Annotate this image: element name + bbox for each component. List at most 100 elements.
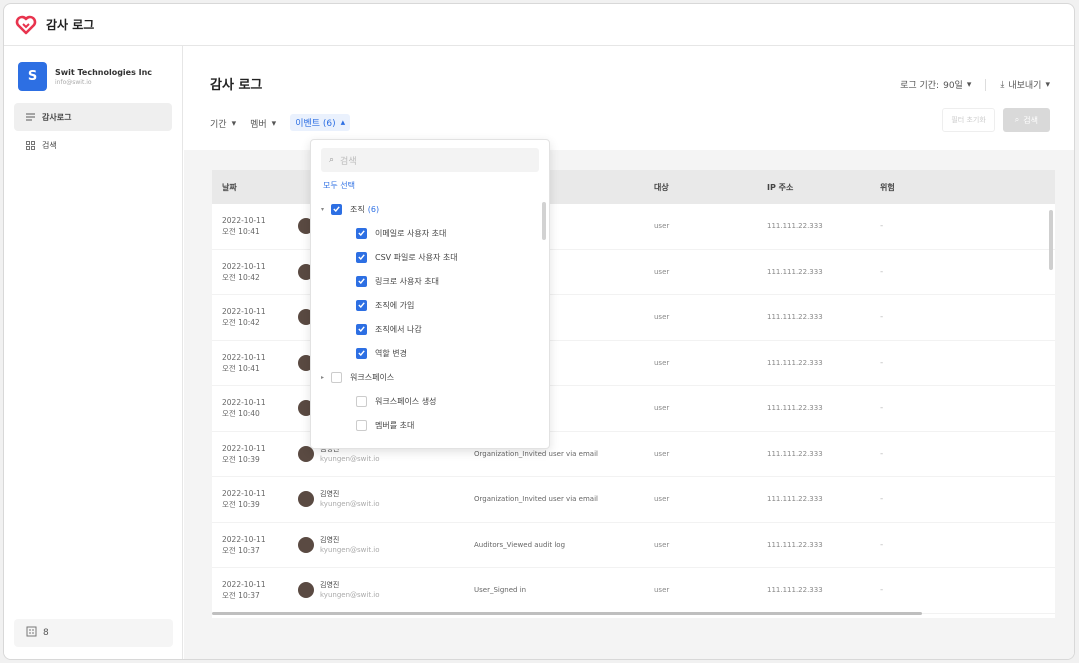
workspace-switcher[interactable]: S Swit Technologies Inc info@swit.io [4, 46, 182, 103]
event-option[interactable]: 링크로 사용자 초대 [311, 269, 549, 293]
reset-filters-button[interactable]: 필터 초기화 [942, 108, 995, 132]
sidebar-footer-button[interactable]: 8 [14, 619, 173, 647]
chevron-down-icon: ▾ [271, 118, 277, 129]
log-period-select[interactable]: 로그 기간: 90일 ▾ [900, 78, 972, 92]
event-option[interactable]: 워크스페이스 생성 [311, 389, 549, 413]
filter-actions: 필터 초기화 ⌕ 검색 [942, 108, 1050, 132]
event-filter-dropdown: ⌕ 검색 모두 선택 ▾ 조직 (6) 이메일로 사용자 초대 CSV 파일로 사용자 … [310, 139, 550, 449]
brand-logo-icon[interactable] [14, 14, 38, 36]
horizontal-scrollbar[interactable] [212, 612, 922, 615]
time-value: 오전 10:41 [222, 363, 260, 373]
user-info: 김영진kyungen@swit.io [320, 489, 380, 509]
date-value: 2022-10-11 [222, 534, 266, 544]
avatar [298, 491, 314, 508]
checkbox[interactable] [356, 299, 367, 311]
filter-period[interactable]: 기간 ▾ [210, 116, 236, 131]
chevron-down-icon: ▾ [1045, 79, 1050, 90]
export-button[interactable]: ⤓ 내보내기 ▾ [1000, 78, 1050, 92]
checkbox[interactable] [356, 227, 367, 239]
ip-cell: 111.111.22.333 [767, 449, 823, 458]
risk-cell: - [880, 266, 884, 277]
ip-cell: 111.111.22.333 [767, 313, 823, 322]
search-button[interactable]: ⌕ 검색 [1002, 108, 1050, 132]
log-period-value: 90일 [943, 81, 963, 91]
column-header-ip[interactable]: IP 주소 [767, 182, 880, 193]
chevron-down-icon: ▾ [966, 79, 972, 90]
event-cell: Organization_Invited user via email [474, 449, 598, 458]
date-cell: 2022-10-11 오전 10:37 [212, 534, 298, 556]
column-header-risk[interactable]: 위험 [880, 182, 1040, 193]
checkbox[interactable] [356, 419, 367, 431]
column-header-date[interactable]: 날짜 [212, 182, 298, 193]
checkbox[interactable] [331, 203, 342, 215]
user-email: kyungen@swit.io [320, 454, 380, 463]
checkbox[interactable] [356, 251, 367, 263]
list-icon [24, 113, 36, 121]
date-value: 2022-10-11 [222, 261, 266, 271]
target-cell: user [654, 586, 670, 595]
target-cell: user [654, 404, 670, 413]
page-title: 감사 로그 [210, 78, 263, 93]
column-header-target[interactable]: 대상 [654, 182, 767, 193]
event-option-label: 링크로 사용자 초대 [375, 276, 439, 286]
table-row[interactable]: 2022-10-11 오전 10:37 김영진 kyungen@swit.io Audi… [212, 523, 1055, 568]
sidebar-item-audit-log[interactable]: 감사로그 [14, 103, 172, 131]
date-value: 2022-10-11 [222, 489, 266, 499]
filter-label: 멤버 [250, 120, 267, 130]
user-cell: 김영진kyungen@swit.io [298, 489, 474, 509]
select-all-link[interactable]: 모두 선택 [323, 180, 549, 191]
event-option[interactable]: CSV 파일로 사용자 초대 [311, 245, 549, 269]
table-row[interactable]: 2022-10-11오전 10:39 김영진kyungen@swit.io Orga… [212, 477, 1055, 523]
event-group-option[interactable]: ▸ 워크스페이스 [311, 365, 549, 389]
ip-cell: 111.111.22.333 [767, 540, 823, 549]
event-group-option[interactable]: ▾ 조직 (6) [311, 197, 549, 221]
event-cell: Auditors_Viewed audit log [474, 540, 566, 549]
filter-member[interactable]: 멤버 ▾ [250, 116, 276, 131]
ip-cell: 111.111.22.333 [767, 586, 823, 595]
date-cell: 2022-10-11 오전 10:42 [212, 261, 298, 283]
event-option[interactable]: 멤버를 초대 [311, 413, 549, 437]
date-cell: 2022-10-11 오전 10:40 [212, 397, 298, 419]
event-option-label: 이메일로 사용자 초대 [375, 228, 447, 238]
event-search-input[interactable]: ⌕ 검색 [321, 148, 539, 172]
event-option[interactable]: 역할 변경 [311, 341, 549, 365]
event-option[interactable]: 조직에 가입 [311, 293, 549, 317]
checkbox[interactable] [356, 275, 367, 287]
event-option-list: ▾ 조직 (6) 이메일로 사용자 초대 CSV 파일로 사용자 초대링크로 사용자 초… [311, 197, 549, 437]
avatar [298, 582, 314, 599]
event-search-placeholder: 검색 [340, 156, 357, 167]
event-option-label: 역할 변경 [375, 348, 407, 358]
building-icon [26, 626, 37, 640]
event-option[interactable]: 이메일로 사용자 초대 [311, 221, 549, 245]
date-cell: 2022-10-11 오전 10:37 [212, 579, 298, 601]
filter-event[interactable]: 이벤트 (6) ▴ [290, 114, 351, 131]
time-value: 오전 10:37 [222, 591, 260, 601]
header-divider [985, 78, 987, 91]
vertical-scrollbar[interactable] [1049, 210, 1053, 270]
event-group-count: (6) [367, 204, 380, 214]
target-cell: user [654, 358, 670, 367]
export-label: 내보내기 [1008, 81, 1042, 91]
caret-down-icon[interactable]: ▾ [321, 206, 331, 213]
event-option-label: 조직에 가입 [375, 300, 415, 310]
sidebar-item-label: 감사로그 [42, 112, 72, 122]
checkbox[interactable] [356, 347, 367, 359]
time-value: 오전 10:39 [222, 500, 260, 510]
ip-cell: 111.111.22.333 [767, 222, 823, 231]
download-icon: ⤓ [1000, 79, 1005, 90]
user-name: 김영진 [320, 490, 340, 499]
dropdown-scrollbar[interactable] [542, 202, 546, 240]
time-value: 오전 10:39 [222, 454, 260, 464]
user-cell: 김영진kyungen@swit.io [298, 580, 474, 600]
sidebar-item-label: 검색 [42, 140, 57, 150]
event-option-label: 멤버를 초대 [375, 420, 415, 430]
event-option[interactable]: 조직에서 나감 [311, 317, 549, 341]
checkbox[interactable] [331, 371, 342, 383]
time-value: 오전 10:40 [222, 409, 260, 419]
sidebar-item-search[interactable]: 검색 [14, 131, 172, 159]
checkbox[interactable] [356, 395, 367, 407]
checkbox[interactable] [356, 323, 367, 335]
table-row[interactable]: 2022-10-11 오전 10:37 김영진 kyungen@swit.io User… [212, 568, 1055, 614]
caret-right-icon[interactable]: ▸ [321, 374, 331, 381]
event-cell: Organization_Invited user via email [474, 495, 598, 504]
